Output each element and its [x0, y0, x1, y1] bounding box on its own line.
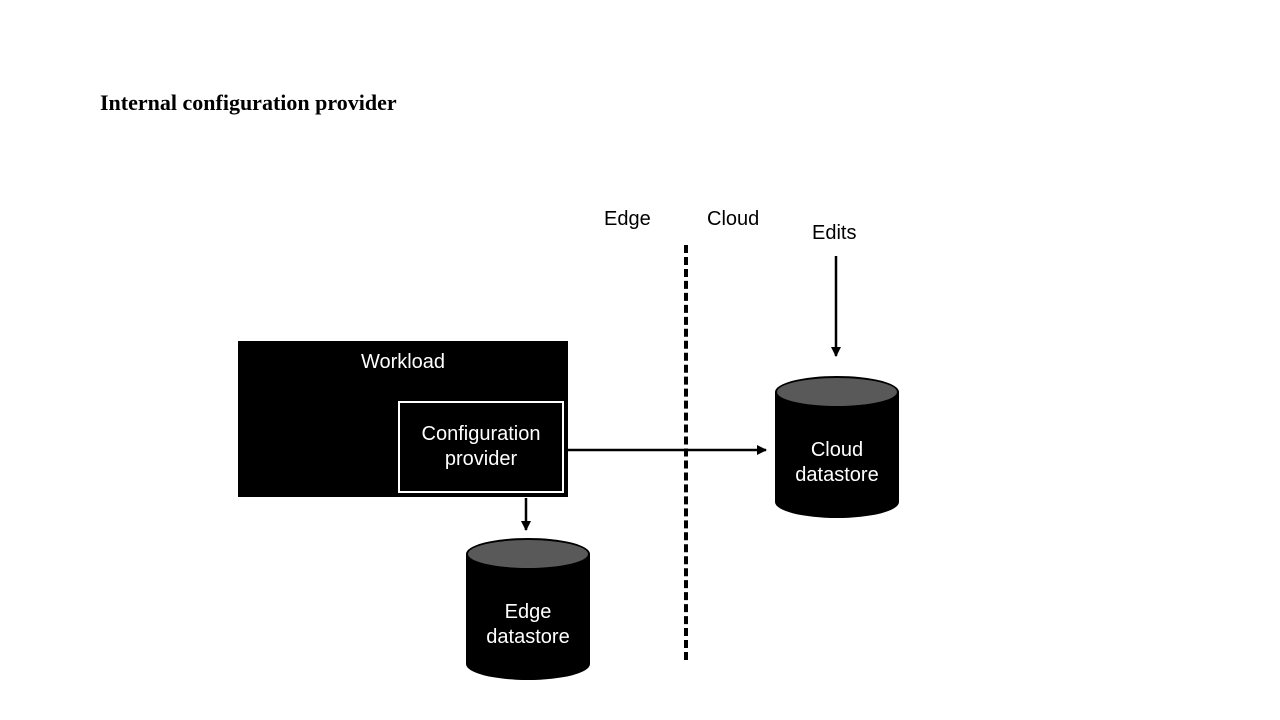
- diagram-title: Internal configuration provider: [100, 90, 397, 116]
- cloud-datastore-label: Cloud datastore: [775, 438, 899, 488]
- workload-box: Workload Configuration provider: [238, 341, 568, 497]
- configuration-provider-box: Configuration provider: [398, 401, 564, 493]
- cloud-section-label: Cloud: [707, 208, 759, 231]
- configuration-provider-label: Configuration provider: [400, 422, 562, 472]
- edge-cloud-divider: [684, 245, 688, 660]
- cloud-datastore-cylinder: Cloud datastore: [775, 392, 899, 518]
- workload-label: Workload: [238, 351, 568, 374]
- edits-label: Edits: [812, 222, 856, 245]
- edge-datastore-cylinder: Edge datastore: [466, 554, 590, 680]
- edge-section-label: Edge: [604, 208, 651, 231]
- edge-datastore-label: Edge datastore: [466, 600, 590, 650]
